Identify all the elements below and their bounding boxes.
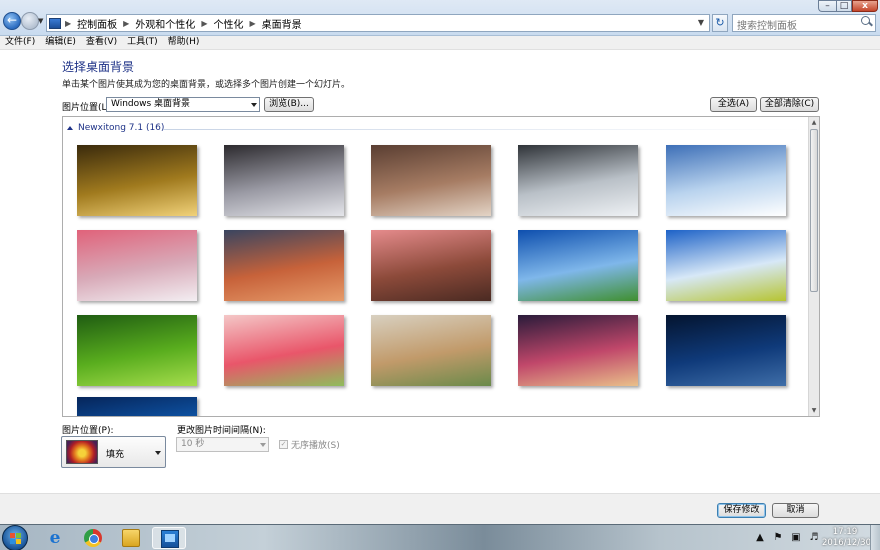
interval-value: 10 秒 bbox=[181, 439, 205, 449]
system-tray: ▲ ⚑ ▣ ♬ bbox=[754, 532, 826, 544]
clock-date: 2016/12/30 bbox=[822, 538, 871, 548]
search-placeholder: 搜索控制面板 bbox=[737, 21, 797, 32]
folder-icon bbox=[122, 529, 140, 547]
scroll-thumb[interactable] bbox=[810, 129, 818, 292]
picture-location-value: Windows 桌面背景 bbox=[111, 99, 191, 109]
forward-button[interactable] bbox=[21, 12, 39, 30]
recent-pages-dropdown-icon[interactable]: ▼ bbox=[38, 17, 43, 25]
wallpaper-thumbnail-night-lamps[interactable] bbox=[666, 315, 786, 386]
taskbar-windows-explorer[interactable] bbox=[114, 527, 148, 549]
dropdown-arrow-icon bbox=[251, 103, 257, 107]
start-button[interactable] bbox=[2, 525, 28, 550]
taskbar-internet-explorer[interactable]: e bbox=[38, 527, 72, 549]
tray-expand-icon[interactable]: ▲ bbox=[754, 532, 766, 544]
address-dropdown-icon[interactable]: ▼ bbox=[698, 18, 704, 27]
shuffle-checkbox[interactable]: ✓ bbox=[279, 440, 288, 449]
wallpaper-thumbnail-winter-sunset-cabin[interactable] bbox=[77, 230, 197, 301]
scroll-up-icon[interactable]: ▲ bbox=[809, 117, 819, 128]
group-header[interactable]: Newxitong 7.1 (16) bbox=[67, 123, 164, 133]
wallpaper-thumbnail-green-leaves[interactable] bbox=[77, 315, 197, 386]
wallpaper-thumbnail-snowy-fence[interactable] bbox=[518, 145, 638, 216]
dialog-footer: 保存修改 取消 bbox=[0, 493, 880, 524]
clock[interactable]: 17:19 2016/12/30 bbox=[822, 527, 871, 549]
shuffle-option[interactable]: ✓ 无序播放(S) bbox=[279, 438, 340, 451]
breadcrumb-chevron-icon[interactable]: ▶ bbox=[201, 19, 207, 28]
select-all-button[interactable]: 全选(A) bbox=[710, 97, 757, 112]
wallpaper-thumbnail-clock-2017[interactable] bbox=[77, 145, 197, 216]
interval-label: 更改图片时间间隔(N): bbox=[177, 426, 266, 436]
taskbar-chrome[interactable] bbox=[76, 527, 110, 549]
minimize-button[interactable]: – bbox=[818, 0, 836, 12]
wallpaper-thumbnail-snowy-road[interactable] bbox=[666, 145, 786, 216]
collapse-icon[interactable] bbox=[67, 126, 73, 130]
menu-view[interactable]: 查看(V) bbox=[86, 36, 117, 49]
menu-edit[interactable]: 编辑(E) bbox=[45, 36, 76, 49]
menu-bar: 文件(F) 编辑(E) 查看(V) 工具(T) 帮助(H) bbox=[0, 36, 880, 50]
picture-position-select[interactable]: 填充 bbox=[61, 436, 166, 468]
close-button[interactable]: x bbox=[852, 0, 878, 12]
vertical-scrollbar[interactable]: ▲ ▼ bbox=[808, 117, 819, 416]
shuffle-label: 无序播放(S) bbox=[291, 441, 340, 451]
chrome-icon bbox=[84, 529, 102, 547]
volume-icon[interactable]: ♬ bbox=[808, 532, 820, 544]
refresh-button[interactable]: ↻ bbox=[712, 14, 728, 32]
scroll-down-icon[interactable]: ▼ bbox=[809, 405, 819, 416]
taskbar: e ▲ ⚑ ▣ ♬ 17:19 2016/12/30 bbox=[0, 524, 880, 550]
wallpaper-thumbnail-mountain-sunrise[interactable] bbox=[224, 230, 344, 301]
breadcrumb-appearance[interactable]: 外观和个性化 bbox=[135, 16, 195, 31]
wallpaper-thumbnail-girl-with-scarf[interactable] bbox=[371, 315, 491, 386]
breadcrumb-chevron-icon[interactable]: ▶ bbox=[123, 19, 129, 28]
maximize-button[interactable]: □ bbox=[836, 0, 852, 12]
wallpaper-thumbnail-girl-in-snow[interactable] bbox=[371, 145, 491, 216]
search-input[interactable]: 搜索控制面板 bbox=[732, 14, 876, 32]
show-desktop-button[interactable] bbox=[870, 525, 880, 550]
clear-all-button[interactable]: 全部清除(C) bbox=[760, 97, 819, 112]
browse-button[interactable]: 浏览(B)... bbox=[264, 97, 314, 112]
wallpaper-thumbnail-blue-partial[interactable] bbox=[77, 397, 197, 416]
wallpaper-thumbnail-red-rock-mountains[interactable] bbox=[371, 230, 491, 301]
action-center-flag-icon[interactable]: ⚑ bbox=[772, 532, 784, 544]
control-panel-icon bbox=[49, 17, 61, 29]
wallpaper-thumbnail-snow-train-station[interactable] bbox=[224, 145, 344, 216]
wallpaper-thumbnail-coffee-bokeh[interactable] bbox=[518, 315, 638, 386]
menu-help[interactable]: 帮助(H) bbox=[168, 36, 200, 49]
group-divider bbox=[163, 129, 803, 130]
network-icon[interactable]: ▣ bbox=[790, 532, 802, 544]
menu-tools[interactable]: 工具(T) bbox=[127, 36, 158, 49]
taskbar-control-panel[interactable] bbox=[152, 527, 186, 549]
breadcrumb-chevron-icon[interactable]: ▶ bbox=[65, 19, 71, 28]
wallpaper-gallery[interactable]: Newxitong 7.1 (16) ▲ ▼ bbox=[62, 116, 820, 417]
page-title: 选择桌面背景 bbox=[62, 60, 135, 74]
title-bar: ← ▼ ▶ 控制面板 ▶ 外观和个性化 ▶ 个性化 ▶ 桌面背景 ▼ ↻ 搜索控… bbox=[0, 0, 880, 36]
picture-position-value: 填充 bbox=[106, 450, 125, 460]
dropdown-arrow-icon bbox=[260, 443, 266, 447]
save-button[interactable]: 保存修改 bbox=[717, 503, 766, 518]
group-title: Newxitong 7.1 (16) bbox=[78, 123, 165, 133]
position-preview-icon bbox=[66, 440, 98, 464]
breadcrumb-desktop-background[interactable]: 桌面背景 bbox=[262, 16, 302, 31]
wallpaper-thumbnail-blue-sky-clouds[interactable] bbox=[518, 230, 638, 301]
wallpaper-thumbnail-tulips[interactable] bbox=[224, 315, 344, 386]
control-panel-icon bbox=[161, 530, 179, 548]
wallpaper-thumbnail-sky-yellow-field[interactable] bbox=[666, 230, 786, 301]
internet-explorer-icon: e bbox=[49, 528, 61, 548]
menu-file[interactable]: 文件(F) bbox=[5, 36, 35, 49]
picture-location-select[interactable]: Windows 桌面背景 bbox=[106, 97, 260, 112]
cancel-button[interactable]: 取消 bbox=[772, 503, 819, 518]
clock-time: 17:19 bbox=[832, 527, 858, 537]
page-description: 单击某个图片使其成为您的桌面背景，或选择多个图片创建一个幻灯片。 bbox=[62, 80, 351, 90]
interval-select[interactable]: 10 秒 bbox=[176, 437, 269, 452]
back-button[interactable]: ← bbox=[3, 12, 21, 30]
address-bar[interactable]: ▶ 控制面板 ▶ 外观和个性化 ▶ 个性化 ▶ 桌面背景 ▼ bbox=[46, 14, 710, 32]
picture-position-label: 图片位置(P): bbox=[62, 426, 114, 436]
search-icon[interactable] bbox=[861, 16, 872, 27]
dropdown-arrow-icon bbox=[155, 451, 161, 455]
breadcrumb-control-panel[interactable]: 控制面板 bbox=[77, 16, 117, 31]
breadcrumb-personalization[interactable]: 个性化 bbox=[213, 16, 243, 31]
breadcrumb-chevron-icon[interactable]: ▶ bbox=[249, 19, 255, 28]
